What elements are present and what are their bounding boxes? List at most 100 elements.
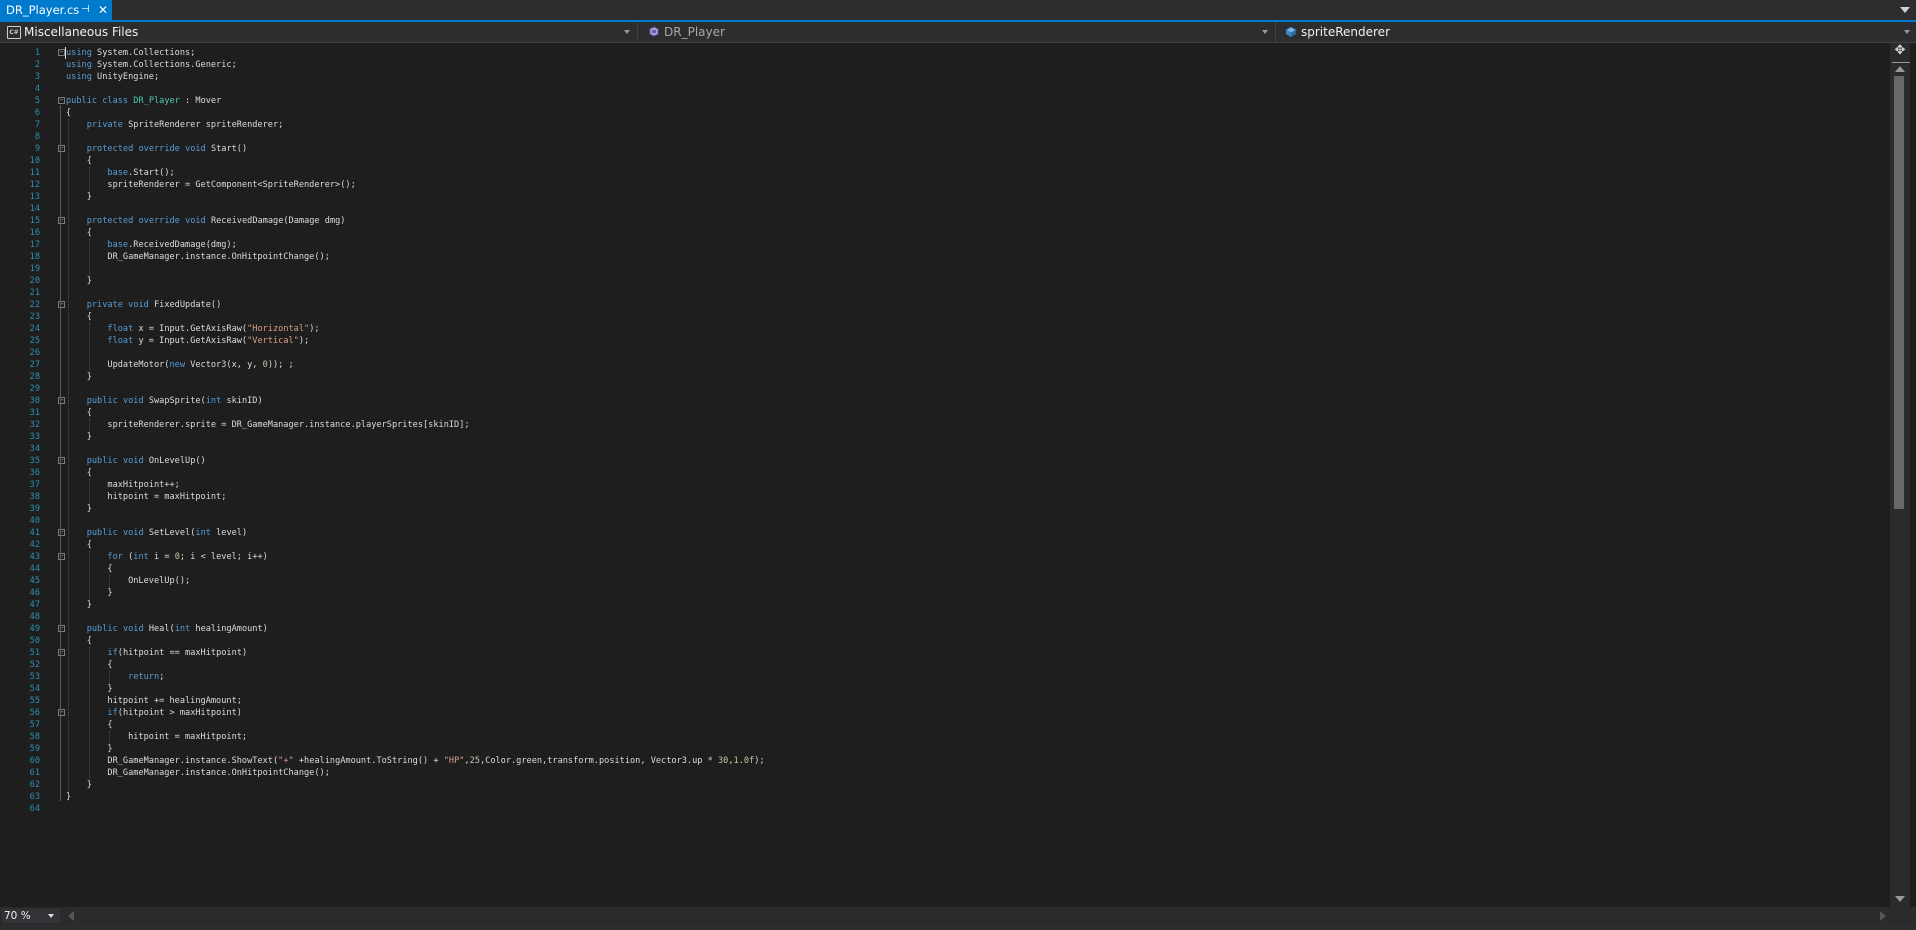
code-line[interactable]: 52 { bbox=[0, 659, 1890, 671]
code-line[interactable]: 10 { bbox=[0, 155, 1890, 167]
code-line[interactable]: 55 hitpoint += healingAmount; bbox=[0, 695, 1890, 707]
tab-dr-player-cs[interactable]: DR_Player.cs ⊣ ✕ bbox=[0, 0, 112, 20]
line-number: 21 bbox=[29, 288, 40, 298]
scroll-left-icon[interactable] bbox=[68, 911, 74, 921]
code-line[interactable]: 36 { bbox=[0, 467, 1890, 479]
split-window-icon[interactable]: ✥ bbox=[1893, 44, 1907, 58]
code-line[interactable]: 58 hitpoint = maxHitpoint; bbox=[0, 731, 1890, 743]
code-text: spriteRenderer = GetComponent<SpriteRend… bbox=[66, 180, 356, 190]
code-line[interactable]: 24 float x = Input.GetAxisRaw("Horizonta… bbox=[0, 323, 1890, 335]
code-line[interactable]: 6{ bbox=[0, 107, 1890, 119]
splitter-line bbox=[1892, 62, 1910, 63]
member-dropdown[interactable]: spriteRenderer bbox=[1277, 22, 1916, 42]
code-line[interactable]: 30− public void SwapSprite(int skinID) bbox=[0, 395, 1890, 407]
code-line[interactable]: 26 bbox=[0, 347, 1890, 359]
code-line[interactable]: 62 } bbox=[0, 779, 1890, 791]
code-line[interactable]: 56− if(hitpoint > maxHitpoint) bbox=[0, 707, 1890, 719]
chevron-down-icon bbox=[1904, 30, 1910, 34]
scroll-right-icon[interactable] bbox=[1880, 911, 1886, 921]
line-number: 64 bbox=[29, 804, 40, 814]
fold-toggle-icon[interactable]: − bbox=[58, 97, 65, 104]
zoom-value: 70 % bbox=[4, 910, 31, 922]
code-line[interactable]: 41− public void SetLevel(int level) bbox=[0, 527, 1890, 539]
tab-overflow-chevron-icon[interactable] bbox=[1900, 7, 1910, 13]
code-line[interactable]: 37 maxHitpoint++; bbox=[0, 479, 1890, 491]
code-line[interactable]: 4 bbox=[0, 83, 1890, 95]
code-line[interactable]: 35− public void OnLevelUp() bbox=[0, 455, 1890, 467]
code-line[interactable]: 43− for (int i = 0; i < level; i++) bbox=[0, 551, 1890, 563]
code-line[interactable]: 12 spriteRenderer = GetComponent<SpriteR… bbox=[0, 179, 1890, 191]
line-number: 47 bbox=[29, 600, 40, 610]
code-line[interactable]: 38 hitpoint = maxHitpoint; bbox=[0, 491, 1890, 503]
code-line[interactable]: 42 { bbox=[0, 539, 1890, 551]
code-line[interactable]: 8 bbox=[0, 131, 1890, 143]
code-text: } bbox=[66, 780, 92, 790]
code-line[interactable]: 3 using UnityEngine; bbox=[0, 71, 1890, 83]
code-line[interactable]: 40 bbox=[0, 515, 1890, 527]
close-icon[interactable]: ✕ bbox=[98, 0, 108, 20]
code-text: } bbox=[66, 792, 72, 802]
code-line[interactable]: 13 } bbox=[0, 191, 1890, 203]
indent-guide bbox=[68, 119, 69, 791]
code-line[interactable]: 34 bbox=[0, 443, 1890, 455]
code-line[interactable]: 51− if(hitpoint == maxHitpoint) bbox=[0, 647, 1890, 659]
line-number: 54 bbox=[29, 684, 40, 694]
code-line[interactable]: 19 bbox=[0, 263, 1890, 275]
code-line[interactable]: 2 using System.Collections.Generic; bbox=[0, 59, 1890, 71]
vertical-scroll-thumb[interactable] bbox=[1894, 76, 1904, 509]
code-editor[interactable]: 1− using System.Collections; 2 using System… bbox=[0, 43, 1890, 907]
code-line[interactable]: 44 { bbox=[0, 563, 1890, 575]
code-line[interactable]: 63} bbox=[0, 791, 1890, 803]
code-line[interactable]: 49− public void Heal(int healingAmount) bbox=[0, 623, 1890, 635]
navigation-bar: C# Miscellaneous Files DR_Player spriteR… bbox=[0, 22, 1916, 43]
code-line[interactable]: 28 } bbox=[0, 371, 1890, 383]
code-line[interactable]: 31 { bbox=[0, 407, 1890, 419]
code-line[interactable]: 17 base.ReceivedDamage(dmg); bbox=[0, 239, 1890, 251]
code-line[interactable]: 18 DR_GameManager.instance.OnHitpointCha… bbox=[0, 251, 1890, 263]
code-line[interactable]: 15− protected override void ReceivedDama… bbox=[0, 215, 1890, 227]
fold-toggle-icon[interactable]: − bbox=[58, 49, 65, 56]
code-line[interactable]: 32 spriteRenderer.sprite = DR_GameManage… bbox=[0, 419, 1890, 431]
indent-guide bbox=[88, 323, 90, 371]
code-line[interactable]: 14 bbox=[0, 203, 1890, 215]
code-line[interactable]: 29 bbox=[0, 383, 1890, 395]
code-line[interactable]: 46 } bbox=[0, 587, 1890, 599]
code-line[interactable]: 23 { bbox=[0, 311, 1890, 323]
code-line[interactable]: 27 UpdateMotor(new Vector3(x, y, 0)); ; bbox=[0, 359, 1890, 371]
code-line[interactable]: 59 } bbox=[0, 743, 1890, 755]
code-line[interactable]: 5 − public class DR_Player : Mover bbox=[0, 95, 1890, 107]
code-text: { bbox=[66, 312, 92, 322]
type-dropdown[interactable]: DR_Player bbox=[640, 22, 1274, 42]
code-line[interactable]: 7 private SpriteRenderer spriteRenderer; bbox=[0, 119, 1890, 131]
code-line[interactable]: 50 { bbox=[0, 635, 1890, 647]
project-dropdown[interactable]: C# Miscellaneous Files bbox=[0, 22, 636, 42]
code-line[interactable]: 39 } bbox=[0, 503, 1890, 515]
code-line[interactable]: 22− private void FixedUpdate() bbox=[0, 299, 1890, 311]
zoom-dropdown[interactable]: 70 % bbox=[2, 909, 60, 923]
code-line[interactable]: 48 bbox=[0, 611, 1890, 623]
code-line[interactable]: 11 base.Start(); bbox=[0, 167, 1890, 179]
scroll-down-icon[interactable] bbox=[1895, 896, 1905, 902]
code-line[interactable]: 20 } bbox=[0, 275, 1890, 287]
code-line[interactable]: 53 return; bbox=[0, 671, 1890, 683]
scroll-up-icon[interactable] bbox=[1895, 66, 1905, 72]
code-line[interactable]: 25 float y = Input.GetAxisRaw("Vertical"… bbox=[0, 335, 1890, 347]
pin-icon[interactable]: ⊣ bbox=[81, 0, 90, 20]
code-line[interactable]: 54 } bbox=[0, 683, 1890, 695]
code-line[interactable]: 45 OnLevelUp(); bbox=[0, 575, 1890, 587]
code-line[interactable]: 21 bbox=[0, 287, 1890, 299]
csharp-file-icon: C# bbox=[7, 26, 21, 39]
type-label: DR_Player bbox=[664, 25, 725, 39]
code-line[interactable]: 16 { bbox=[0, 227, 1890, 239]
code-text: } bbox=[66, 372, 92, 382]
code-line[interactable]: 47 } bbox=[0, 599, 1890, 611]
code-line[interactable]: 1 − using System.Collections; bbox=[0, 47, 1890, 59]
code-line[interactable]: 33 } bbox=[0, 431, 1890, 443]
code-text: protected override void Start() bbox=[86, 144, 248, 154]
code-line[interactable]: 9− protected override void Start() bbox=[0, 143, 1890, 155]
code-line[interactable]: 57 { bbox=[0, 719, 1890, 731]
code-line[interactable]: 60 DR_GameManager.instance.ShowText("+" … bbox=[0, 755, 1890, 767]
horizontal-scrollbar[interactable] bbox=[0, 907, 1916, 925]
code-line[interactable]: 64 bbox=[0, 803, 1890, 815]
code-line[interactable]: 61 DR_GameManager.instance.OnHitpointCha… bbox=[0, 767, 1890, 779]
